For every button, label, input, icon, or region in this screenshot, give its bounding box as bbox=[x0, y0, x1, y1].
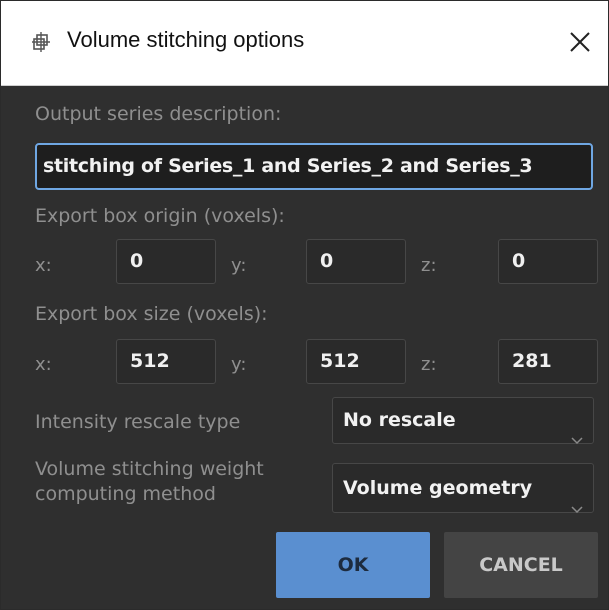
window-title: Volume stitching options bbox=[67, 27, 305, 52]
origin-x-label: x: bbox=[35, 255, 52, 276]
size-y-input[interactable]: 512 bbox=[306, 339, 406, 384]
chevron-down-icon bbox=[571, 484, 583, 514]
origin-y-input[interactable]: 0 bbox=[306, 239, 406, 284]
size-y-label: y: bbox=[231, 354, 247, 375]
output-series-label: Output series description: bbox=[35, 103, 282, 125]
origin-z-input[interactable]: 0 bbox=[498, 239, 598, 284]
export-size-label: Export box size (voxels): bbox=[35, 303, 268, 325]
dialog-window: Volume stitching options Output series d… bbox=[0, 0, 609, 610]
origin-x-input[interactable]: 0 bbox=[116, 239, 216, 284]
weight-method-select[interactable]: Volume geometry bbox=[332, 463, 594, 514]
size-x-input[interactable]: 512 bbox=[116, 339, 216, 384]
rescale-type-select[interactable]: No rescale bbox=[332, 397, 594, 444]
origin-y-label: y: bbox=[231, 255, 247, 276]
dialog-body: Output series description: stitching of … bbox=[1, 86, 608, 609]
rescale-type-value: No rescale bbox=[343, 409, 456, 431]
chevron-down-icon bbox=[571, 417, 583, 444]
ok-button[interactable]: OK bbox=[276, 532, 430, 598]
weight-method-value: Volume geometry bbox=[343, 477, 533, 499]
weight-method-label-line2: computing method bbox=[35, 483, 216, 505]
export-origin-label: Export box origin (voxels): bbox=[35, 205, 285, 227]
output-series-input[interactable]: stitching of Series_1 and Series_2 and S… bbox=[35, 143, 593, 190]
stitch-icon bbox=[30, 31, 52, 53]
size-z-input[interactable]: 281 bbox=[498, 339, 598, 384]
cancel-button[interactable]: CANCEL bbox=[444, 532, 598, 598]
title-bar: Volume stitching options bbox=[1, 1, 608, 86]
origin-z-label: z: bbox=[421, 255, 437, 276]
weight-method-label-line1: Volume stitching weight bbox=[35, 458, 264, 480]
close-icon[interactable] bbox=[567, 29, 593, 55]
size-z-label: z: bbox=[421, 354, 437, 375]
rescale-type-label: Intensity rescale type bbox=[35, 411, 241, 433]
size-x-label: x: bbox=[35, 354, 52, 375]
